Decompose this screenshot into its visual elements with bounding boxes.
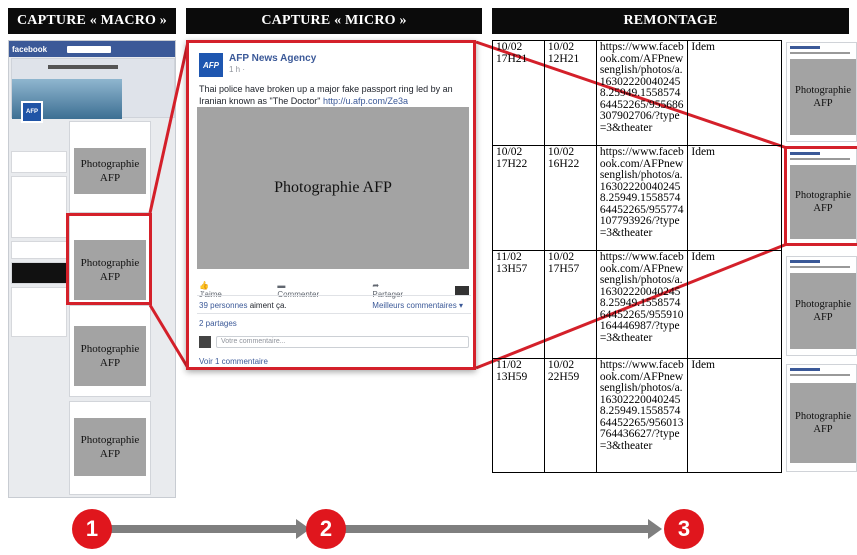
comment-button[interactable]: ▬ Commenter bbox=[277, 281, 350, 299]
likes-count-link[interactable]: 39 personnes bbox=[199, 301, 247, 310]
post-photo[interactable]: Photographie AFP bbox=[197, 107, 469, 269]
flow-arrow-2 bbox=[340, 525, 648, 533]
comment-composer: Votre commentaire... bbox=[199, 335, 469, 349]
divider bbox=[197, 295, 471, 296]
step-2-badge: 2 bbox=[306, 509, 346, 549]
viewer-avatar-icon[interactable] bbox=[455, 285, 469, 295]
connector-macro-bottom bbox=[148, 304, 190, 369]
thumb-1: Photographie AFP bbox=[786, 42, 857, 142]
table-cell: https://www.facebook.com/AFPnewsenglish/… bbox=[595, 250, 689, 359]
share-button[interactable]: ➦ Partager bbox=[372, 281, 433, 299]
table-row: 10/02 17H22 10/02 16H22 https://www.face… bbox=[492, 145, 782, 251]
table-row: 10/02 17H21 10/02 12H21 https://www.face… bbox=[492, 40, 782, 146]
table-cell: https://www.facebook.com/AFPnewsenglish/… bbox=[595, 40, 689, 146]
remontage-table: 10/02 17H21 10/02 12H21 https://www.face… bbox=[492, 40, 782, 473]
figure-page: CAPTURE « MACRO » CAPTURE « MICRO » REMO… bbox=[0, 0, 857, 555]
table-cell: Idem bbox=[687, 250, 782, 359]
view-comments-link[interactable]: Voir 1 commentaire bbox=[199, 357, 268, 366]
post-actions: 👍 J'aime ▬ Commenter ➦ Partager bbox=[199, 281, 469, 299]
table-row: 11/02 13H59 10/02 22H59 https://www.face… bbox=[492, 358, 782, 473]
connector-macro-top bbox=[148, 41, 190, 214]
table-cell: 10/02 17H57 bbox=[543, 250, 597, 359]
table-cell: 10/02 17H22 bbox=[492, 145, 545, 251]
flow-arrowhead-2 bbox=[648, 519, 662, 539]
post-time: 1 h · bbox=[229, 65, 246, 74]
thumb-4: Photographie AFP bbox=[786, 364, 857, 472]
avatar bbox=[199, 336, 211, 348]
thumb-photo-3: Photographie AFP bbox=[790, 273, 856, 349]
table-cell: 10/02 16H22 bbox=[543, 145, 597, 251]
table-cell: 11/02 13H57 bbox=[492, 250, 545, 359]
divider bbox=[197, 313, 471, 314]
thumb-photo-4: Photographie AFP bbox=[790, 383, 856, 463]
table-cell: https://www.facebook.com/AFPnewsenglish/… bbox=[595, 358, 689, 473]
table-cell: https://www.facebook.com/AFPnewsenglish/… bbox=[595, 145, 689, 251]
thumbnail-column: Photographie AFP Photographie AFP Photog… bbox=[782, 40, 857, 475]
likes-suffix: aiment ça. bbox=[247, 301, 287, 310]
table-cell: Idem bbox=[687, 40, 782, 146]
thumb-photo-1: Photographie AFP bbox=[790, 59, 856, 135]
shares-link[interactable]: 2 partages bbox=[199, 319, 237, 328]
like-button[interactable]: 👍 J'aime bbox=[199, 281, 255, 299]
table-cell: 10/02 22H59 bbox=[543, 358, 597, 473]
table-cell: Idem bbox=[687, 145, 782, 251]
step-1-badge: 1 bbox=[72, 509, 112, 549]
post-link[interactable]: http://u.afp.com/Ze3a bbox=[323, 96, 408, 106]
thumb-3: Photographie AFP bbox=[786, 256, 857, 356]
likes-summary: 39 personnes aiment ça. bbox=[199, 301, 287, 310]
table-cell: 11/02 13H59 bbox=[492, 358, 545, 473]
best-comments-dropdown[interactable]: Meilleurs commentaires ▾ bbox=[372, 301, 463, 310]
table-row: 11/02 13H57 10/02 17H57 https://www.face… bbox=[492, 250, 782, 359]
step-3-badge: 3 bbox=[664, 509, 704, 549]
micro-capture-post: AFP AFP News Agency 1 h · Thai police ha… bbox=[186, 40, 476, 370]
table-cell: 10/02 12H21 bbox=[543, 40, 597, 146]
post-text: Thai police have broken up a major fake … bbox=[199, 83, 469, 107]
page-name-link[interactable]: AFP News Agency bbox=[229, 53, 316, 65]
flow-arrow-1 bbox=[110, 525, 296, 533]
table-cell: 10/02 17H21 bbox=[492, 40, 545, 146]
table-cell: Idem bbox=[687, 358, 782, 473]
afp-logo: AFP bbox=[199, 53, 223, 77]
remontage-highlight-box bbox=[784, 146, 857, 246]
comment-input[interactable]: Votre commentaire... bbox=[216, 336, 469, 348]
